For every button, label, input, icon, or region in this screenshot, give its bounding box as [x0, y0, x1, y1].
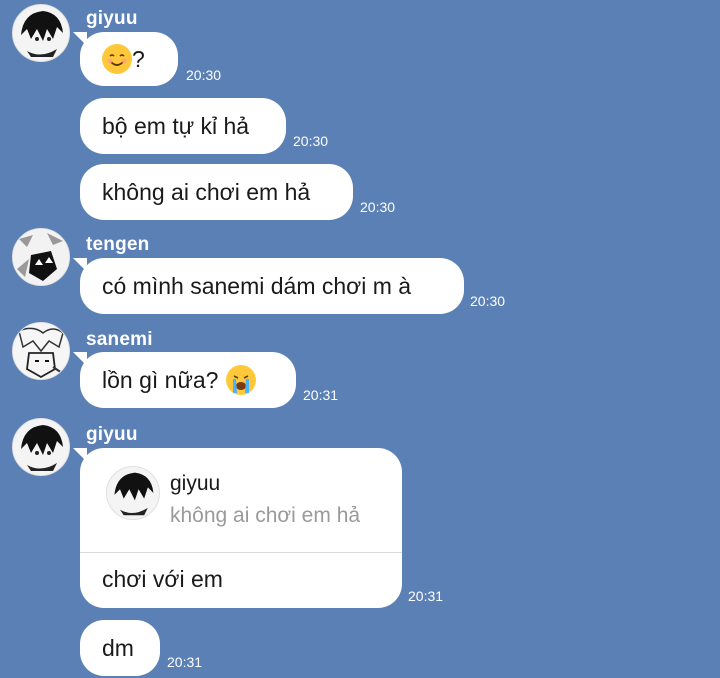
message-time: 20:31: [167, 654, 203, 670]
message-time: 20:30: [293, 133, 329, 149]
message-time: 20:30: [360, 199, 396, 215]
message-bubble[interactable]: không ai chơi em hả: [80, 164, 353, 220]
avatar-giyuu[interactable]: [12, 418, 70, 476]
divider: [80, 552, 402, 553]
quoted-text: không ai chơi em hả: [170, 504, 361, 527]
message-time: 20:31: [408, 588, 444, 604]
message-time: 20:30: [470, 293, 506, 309]
reply-message-card[interactable]: giyuu không ai chơi em hả chơi với em: [73, 448, 402, 608]
sender-name: giyuu: [86, 424, 138, 445]
message-time: 20:30: [186, 67, 222, 83]
message-text: lồn gì nữa?: [102, 366, 219, 393]
message-text: ?: [132, 45, 145, 72]
message-bubble[interactable]: có mình sanemi dám chơi m à: [73, 258, 464, 314]
sender-name: giyuu: [86, 8, 138, 29]
message-time: 20:31: [303, 387, 339, 403]
sender-name: sanemi: [86, 329, 153, 350]
avatar-giyuu[interactable]: [12, 4, 70, 62]
loudly-crying-face-icon: [226, 365, 257, 395]
quoted-message[interactable]: giyuu không ai chơi em hả: [80, 448, 402, 552]
message-bubble[interactable]: dm: [80, 620, 160, 676]
quoted-sender-name: giyuu: [170, 472, 221, 495]
message-bubble[interactable]: bộ em tự kỉ hả: [80, 98, 286, 154]
message-bubble[interactable]: ?: [73, 32, 178, 86]
message-text: có mình sanemi dám chơi m à: [102, 272, 412, 299]
sender-name: tengen: [86, 234, 150, 255]
message-text: dm: [102, 634, 134, 661]
message-text: bộ em tự kỉ hả: [102, 112, 250, 139]
message-bubble[interactable]: lồn gì nữa?: [73, 352, 296, 408]
message-text: chơi với em: [102, 566, 223, 592]
quoted-avatar: [106, 466, 160, 520]
avatar-tengen[interactable]: [12, 228, 70, 286]
message-text: không ai chơi em hả: [102, 178, 311, 205]
avatar-sanemi[interactable]: [12, 322, 70, 380]
smiling-face-icon: [102, 44, 132, 74]
